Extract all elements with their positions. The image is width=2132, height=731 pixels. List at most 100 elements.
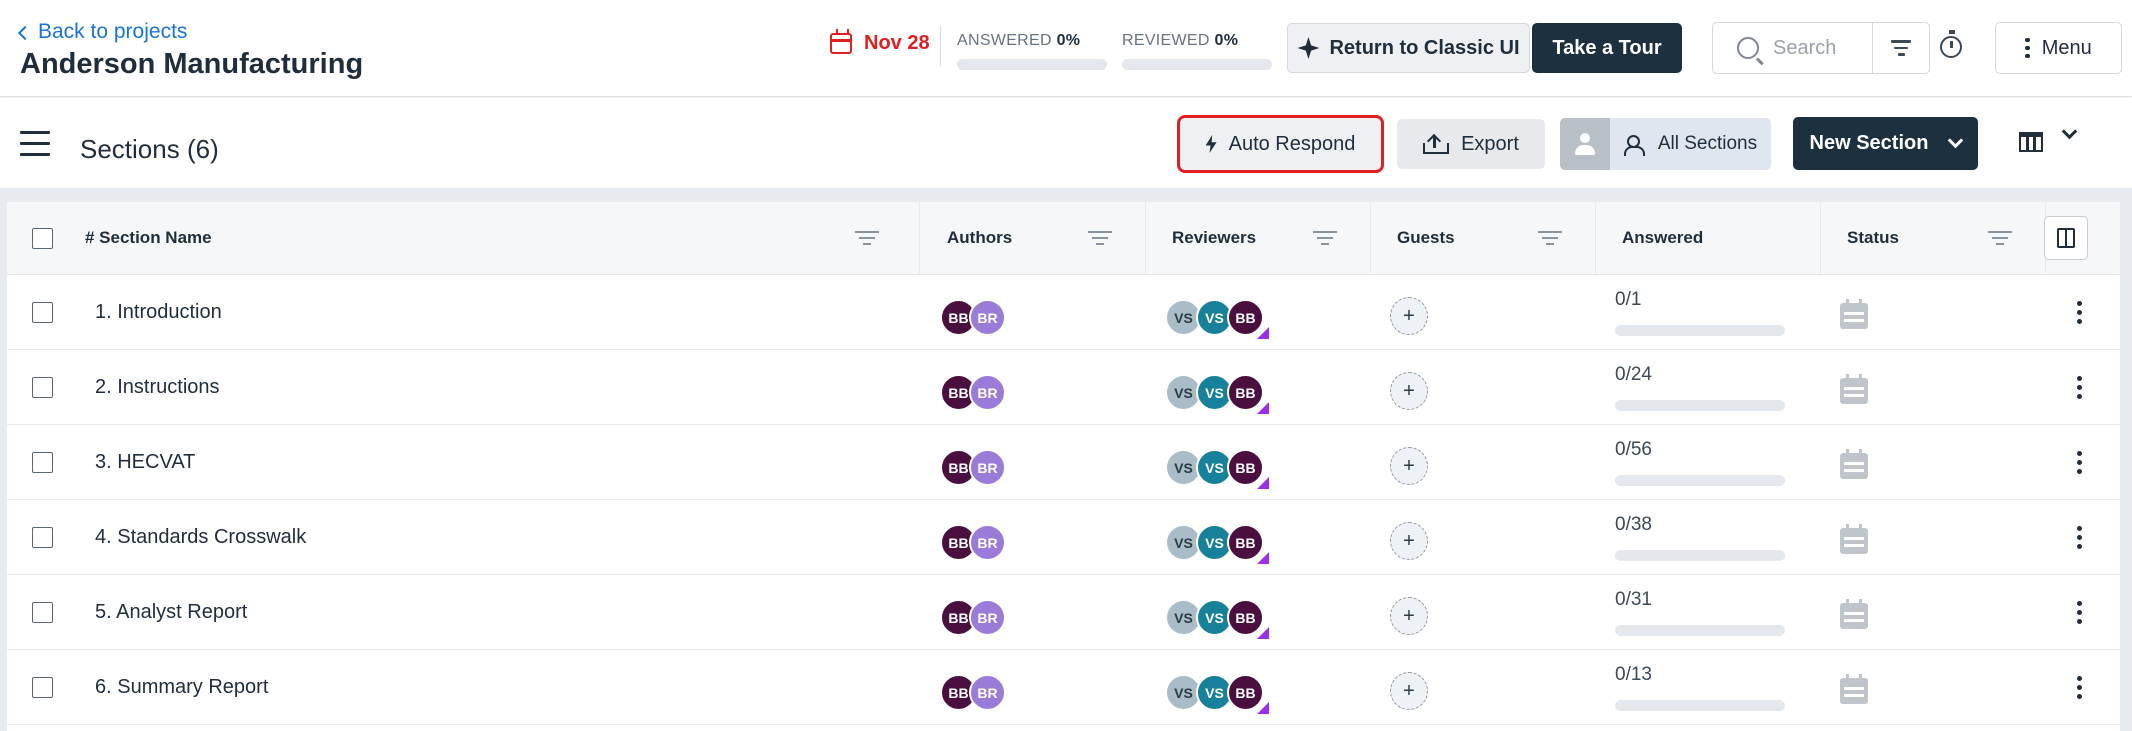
add-guest-button[interactable]: + bbox=[1390, 372, 1428, 410]
column-header-section-name: # Section Name bbox=[7, 202, 920, 275]
calendar-status-icon[interactable] bbox=[1840, 449, 1868, 479]
row-actions-kebab-icon[interactable] bbox=[2077, 301, 2082, 324]
row-actions-kebab-icon[interactable] bbox=[2077, 526, 2082, 549]
reviewer-status-badge bbox=[1257, 402, 1269, 414]
author-avatar[interactable]: BR bbox=[969, 299, 1006, 336]
calendar-status-icon[interactable] bbox=[1840, 299, 1868, 329]
columns-icon[interactable] bbox=[2019, 132, 2043, 152]
new-section-button[interactable]: New Section bbox=[1793, 117, 1978, 170]
section-name[interactable]: 3. HECVAT bbox=[95, 451, 195, 474]
divider bbox=[940, 26, 941, 66]
auto-respond-button[interactable]: Auto Respond bbox=[1177, 115, 1384, 173]
row-checkbox[interactable] bbox=[32, 677, 53, 698]
auto-respond-label: Auto Respond bbox=[1228, 132, 1356, 155]
answered-progress-bar bbox=[1615, 550, 1785, 561]
menu-button[interactable]: Menu bbox=[1995, 22, 2122, 74]
author-avatar[interactable]: BR bbox=[969, 524, 1006, 561]
kebab-icon bbox=[2025, 37, 2030, 59]
take-a-tour-button[interactable]: Take a Tour bbox=[1532, 23, 1682, 73]
due-date[interactable]: Nov 28 bbox=[830, 29, 930, 55]
row-actions-kebab-icon[interactable] bbox=[2077, 451, 2082, 474]
sections-table-container: # Section Name Authors Reviewers Guests … bbox=[0, 188, 2132, 731]
author-avatar[interactable]: BR bbox=[969, 449, 1006, 486]
answered-count: 0/13 bbox=[1615, 664, 1652, 685]
column-header-authors: Authors bbox=[920, 202, 1146, 275]
column-label: Authors bbox=[947, 228, 1013, 247]
filter-icon bbox=[1891, 40, 1911, 56]
column-label: Reviewers bbox=[1172, 228, 1257, 247]
chevron-left-icon bbox=[17, 25, 33, 40]
export-button[interactable]: Export bbox=[1397, 119, 1545, 169]
answered-progress-bar bbox=[1615, 475, 1785, 486]
add-guest-button[interactable]: + bbox=[1390, 297, 1428, 335]
filter-icon[interactable] bbox=[1988, 231, 2012, 245]
search-placeholder: Search bbox=[1773, 36, 1837, 59]
add-guest-button[interactable]: + bbox=[1390, 672, 1428, 710]
avatar bbox=[1560, 118, 1610, 170]
return-to-classic-ui-button[interactable]: Return to Classic UI bbox=[1287, 23, 1530, 73]
table-header: # Section Name Authors Reviewers Guests … bbox=[7, 202, 2120, 275]
calendar-status-icon[interactable] bbox=[1840, 374, 1868, 404]
reviewer-status-badge bbox=[1257, 552, 1269, 564]
reviewed-label: REVIEWED bbox=[1122, 32, 1210, 49]
section-name[interactable]: 2. Instructions bbox=[95, 376, 220, 399]
calendar-status-icon[interactable] bbox=[1840, 599, 1868, 629]
section-name[interactable]: 6. Summary Report bbox=[95, 676, 268, 699]
author-avatar[interactable]: BR bbox=[969, 674, 1006, 711]
view-dropdown[interactable] bbox=[2061, 123, 2078, 140]
filter-icon[interactable] bbox=[1088, 231, 1112, 245]
hamburger-icon[interactable] bbox=[20, 131, 50, 156]
answered-progress-bar bbox=[1615, 700, 1785, 711]
column-label: # Section Name bbox=[85, 228, 212, 247]
row-checkbox[interactable] bbox=[32, 452, 53, 473]
table-row[interactable]: 2. Instructions BB BR VS VS BB +0/24 bbox=[7, 350, 2120, 425]
section-name[interactable]: 4. Standards Crosswalk bbox=[95, 526, 306, 549]
calendar-status-icon[interactable] bbox=[1840, 524, 1868, 554]
row-checkbox[interactable] bbox=[32, 377, 53, 398]
author-avatar[interactable]: BR bbox=[969, 599, 1006, 636]
upload-icon bbox=[1423, 134, 1450, 154]
filter-button[interactable] bbox=[1872, 22, 1930, 74]
table-row[interactable]: 3. HECVAT BB BR VS VS BB +0/56 bbox=[7, 425, 2120, 500]
back-to-projects-link[interactable]: Back to projects bbox=[17, 20, 187, 44]
select-all-checkbox[interactable] bbox=[32, 228, 53, 249]
add-guest-button[interactable]: + bbox=[1390, 447, 1428, 485]
table-row[interactable]: 1. Introduction BB BR VS VS BB +0/1 bbox=[7, 275, 2120, 350]
filter-icon[interactable] bbox=[1313, 231, 1337, 245]
table-row[interactable]: 6. Summary Report BB BR VS VS BB +0/13 bbox=[7, 650, 2120, 725]
row-checkbox[interactable] bbox=[32, 527, 53, 548]
search-input[interactable]: Search bbox=[1712, 22, 1872, 74]
classic-ui-label: Return to Classic UI bbox=[1329, 36, 1520, 59]
filter-icon[interactable] bbox=[855, 231, 879, 245]
reviewer-status-badge bbox=[1257, 327, 1269, 339]
timer-icon[interactable] bbox=[1940, 30, 1962, 58]
row-actions-kebab-icon[interactable] bbox=[2077, 676, 2082, 699]
column-header-guests: Guests bbox=[1371, 202, 1596, 275]
sections-table: # Section Name Authors Reviewers Guests … bbox=[7, 202, 2120, 731]
column-header-status: Status bbox=[1821, 202, 2046, 275]
row-checkbox[interactable] bbox=[32, 602, 53, 623]
answered-label: ANSWERED bbox=[957, 32, 1052, 49]
row-checkbox[interactable] bbox=[32, 302, 53, 323]
table-row[interactable]: 4. Standards Crosswalk BB BR VS VS BB +0/38 bbox=[7, 500, 2120, 575]
all-sections-filter[interactable]: All Sections bbox=[1560, 118, 1771, 170]
columns-icon bbox=[2057, 228, 2075, 248]
row-actions-kebab-icon[interactable] bbox=[2077, 376, 2082, 399]
due-date-label: Nov 28 bbox=[864, 32, 930, 54]
all-sections-label: All Sections bbox=[1657, 133, 1758, 154]
row-actions-kebab-icon[interactable] bbox=[2077, 601, 2082, 624]
column-picker-button[interactable] bbox=[2044, 216, 2088, 260]
reviewer-status-badge bbox=[1257, 627, 1269, 639]
bolt-icon bbox=[1205, 135, 1217, 153]
add-guest-button[interactable]: + bbox=[1390, 522, 1428, 560]
sections-title: Sections (6) bbox=[80, 134, 219, 164]
new-section-label: New Section bbox=[1809, 132, 1929, 154]
add-guest-button[interactable]: + bbox=[1390, 597, 1428, 635]
section-name[interactable]: 5. Analyst Report bbox=[95, 601, 247, 624]
author-avatar[interactable]: BR bbox=[969, 374, 1006, 411]
filter-icon[interactable] bbox=[1538, 231, 1562, 245]
section-name[interactable]: 1. Introduction bbox=[95, 301, 222, 324]
table-row[interactable]: 5. Analyst Report BB BR VS VS BB +0/31 bbox=[7, 575, 2120, 650]
calendar-status-icon[interactable] bbox=[1840, 674, 1868, 704]
sections-toolbar: Sections (6) Auto Respond Export All Sec… bbox=[0, 98, 2132, 188]
